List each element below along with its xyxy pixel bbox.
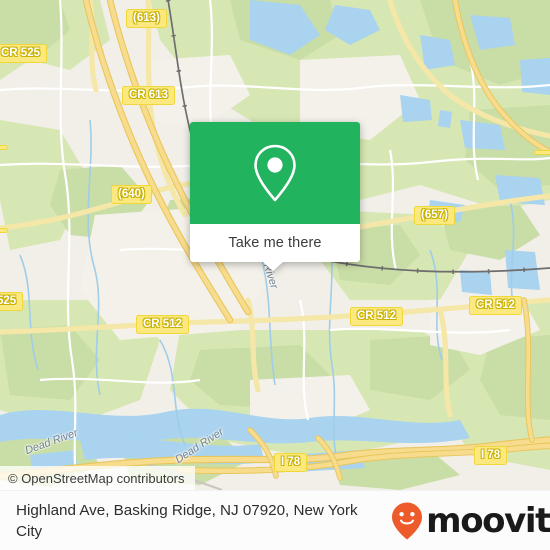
road-shield[interactable]: I 78 bbox=[474, 446, 508, 465]
road-shield[interactable]: CR 512 bbox=[350, 307, 403, 326]
footer-map-watermark bbox=[0, 490, 550, 491]
road-shield-partial[interactable] bbox=[534, 150, 550, 155]
road-shield[interactable]: 525 bbox=[0, 292, 24, 311]
osm-attribution[interactable]: © OpenStreetMap contributors bbox=[0, 466, 195, 490]
moovit-wordmark: moovit bbox=[426, 501, 550, 541]
map-pin-icon bbox=[254, 144, 296, 202]
moovit-smiley-pin-icon bbox=[392, 502, 423, 540]
osm-attribution-text: © OpenStreetMap contributors bbox=[8, 470, 185, 486]
map-screenshot-root: (613) CR 525 CR 613 (640) (657) CR 512 C… bbox=[0, 0, 550, 550]
road-shield[interactable]: (613) bbox=[126, 9, 167, 28]
road-shield[interactable]: CR 512 bbox=[136, 315, 189, 334]
take-me-there-button[interactable]: Take me there bbox=[190, 224, 360, 262]
road-shield[interactable]: CR 613 bbox=[122, 86, 175, 105]
callout-header bbox=[190, 122, 360, 224]
road-shield[interactable]: CR 525 bbox=[0, 44, 47, 63]
moovit-logo[interactable]: moovit bbox=[390, 501, 550, 541]
location-address: Highland Ave, Basking Ridge, NJ 07920, N… bbox=[16, 502, 358, 540]
road-shield[interactable]: CR 512 bbox=[469, 296, 522, 315]
callout-pointer bbox=[263, 262, 283, 271]
road-shield[interactable]: (640) bbox=[111, 185, 152, 204]
road-shield-partial[interactable] bbox=[0, 228, 8, 233]
take-me-there-label: Take me there bbox=[228, 235, 322, 251]
location-callout-card[interactable]: Take me there bbox=[190, 122, 360, 271]
road-shield[interactable]: (657) bbox=[414, 206, 455, 225]
road-shield-partial[interactable] bbox=[0, 145, 8, 150]
footer-bar: Highland Ave, Basking Ridge, NJ 07920, N… bbox=[0, 490, 550, 550]
road-shield[interactable]: I 78 bbox=[274, 453, 308, 472]
